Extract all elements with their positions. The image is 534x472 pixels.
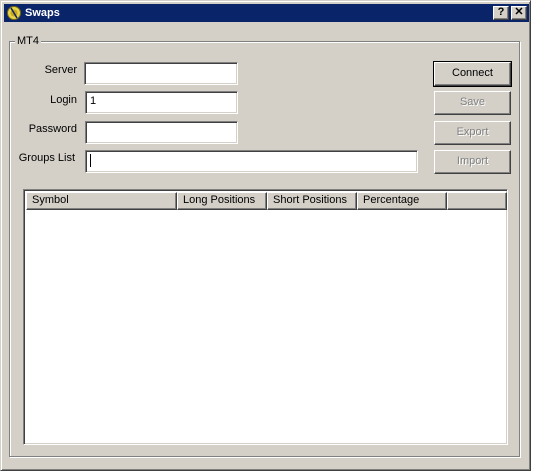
login-field[interactable]: 1: [85, 91, 238, 114]
save-button[interactable]: Save: [434, 91, 511, 115]
column-header-symbol[interactable]: Symbol: [26, 192, 177, 210]
app-icon: [6, 5, 22, 21]
column-header-short-positions[interactable]: Short Positions: [267, 192, 357, 210]
server-field[interactable]: [84, 62, 238, 85]
close-icon: ✕: [514, 6, 524, 18]
column-header-percentage[interactable]: Percentage: [357, 192, 447, 210]
groupbox-label: MT4: [15, 34, 41, 48]
swaps-window: Swaps ? ✕ MT4 Server Login 1 Password Gr…: [0, 0, 531, 471]
login-value: 1: [90, 95, 97, 107]
text-caret: [90, 153, 91, 167]
password-label: Password: [28, 123, 77, 135]
swaps-table[interactable]: Symbol Long Positions Short Positions Pe…: [23, 189, 508, 445]
title-bar[interactable]: Swaps ? ✕: [4, 4, 529, 22]
password-field[interactable]: [85, 121, 238, 144]
close-button[interactable]: ✕: [511, 6, 527, 20]
import-button[interactable]: Import: [434, 150, 511, 174]
login-label: Login: [50, 94, 77, 106]
column-header-filler: [447, 192, 507, 210]
help-button[interactable]: ?: [493, 6, 509, 20]
export-button[interactable]: Export: [434, 121, 511, 145]
connect-button[interactable]: Connect: [433, 61, 512, 87]
groups-list-label: Groups List: [18, 152, 75, 164]
column-header-long-positions[interactable]: Long Positions: [177, 192, 267, 210]
server-label: Server: [44, 64, 77, 76]
groups-list-field[interactable]: [85, 150, 418, 173]
window-title: Swaps: [25, 7, 60, 19]
